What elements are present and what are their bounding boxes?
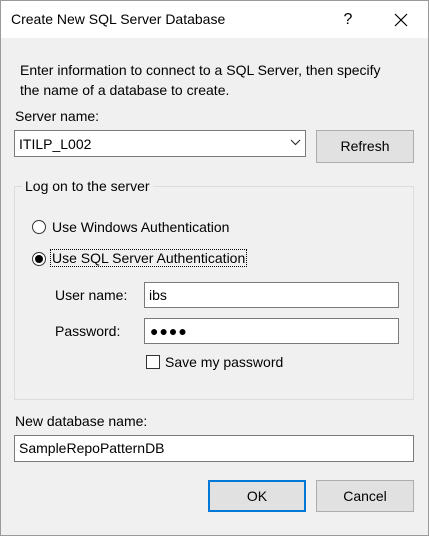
radio-selected-dot (35, 255, 43, 263)
save-password-label[interactable]: Save my password (165, 354, 283, 370)
new-database-value: SampleRepoPatternDB (19, 440, 165, 456)
server-name-combobox[interactable]: ITILP_L002 (14, 130, 306, 157)
intro-line-2: the name of a database to create. (20, 82, 230, 98)
title-bar: Create New SQL Server Database ? (1, 1, 428, 38)
intro-line-1: Enter information to connect to a SQL Se… (20, 62, 381, 78)
chevron-down-icon[interactable] (290, 139, 301, 146)
dialog-content: Enter information to connect to a SQL Se… (1, 38, 428, 535)
ok-button[interactable]: OK (208, 480, 306, 512)
logon-group-legend: Log on to the server (22, 178, 153, 194)
server-name-label: Server name: (15, 108, 100, 124)
username-value: ibs (149, 287, 167, 303)
save-password-checkbox[interactable] (146, 355, 160, 369)
username-input[interactable]: ibs (144, 282, 399, 308)
close-button[interactable] (386, 6, 416, 34)
close-icon (394, 13, 408, 27)
new-database-input[interactable]: SampleRepoPatternDB (14, 435, 414, 462)
password-input[interactable]: ●●●● (144, 318, 399, 344)
create-database-dialog: Create New SQL Server Database ? Enter i… (0, 0, 429, 536)
cancel-button[interactable]: Cancel (316, 480, 414, 512)
new-database-label: New database name: (15, 413, 148, 429)
windows-auth-label[interactable]: Use Windows Authentication (52, 219, 229, 235)
password-label: Password: (55, 323, 121, 339)
username-label: User name: (55, 287, 128, 303)
refresh-button[interactable]: Refresh (316, 130, 414, 163)
dialog-title: Create New SQL Server Database (11, 11, 226, 27)
intro-text: Enter information to connect to a SQL Se… (20, 60, 420, 100)
password-mask: ●●●● (150, 323, 188, 339)
sql-auth-label[interactable]: Use SQL Server Authentication (49, 249, 248, 267)
sql-auth-radio[interactable] (32, 252, 46, 266)
server-name-value: ITILP_L002 (19, 136, 92, 152)
help-button[interactable]: ? (334, 6, 362, 34)
windows-auth-radio[interactable] (32, 220, 46, 234)
